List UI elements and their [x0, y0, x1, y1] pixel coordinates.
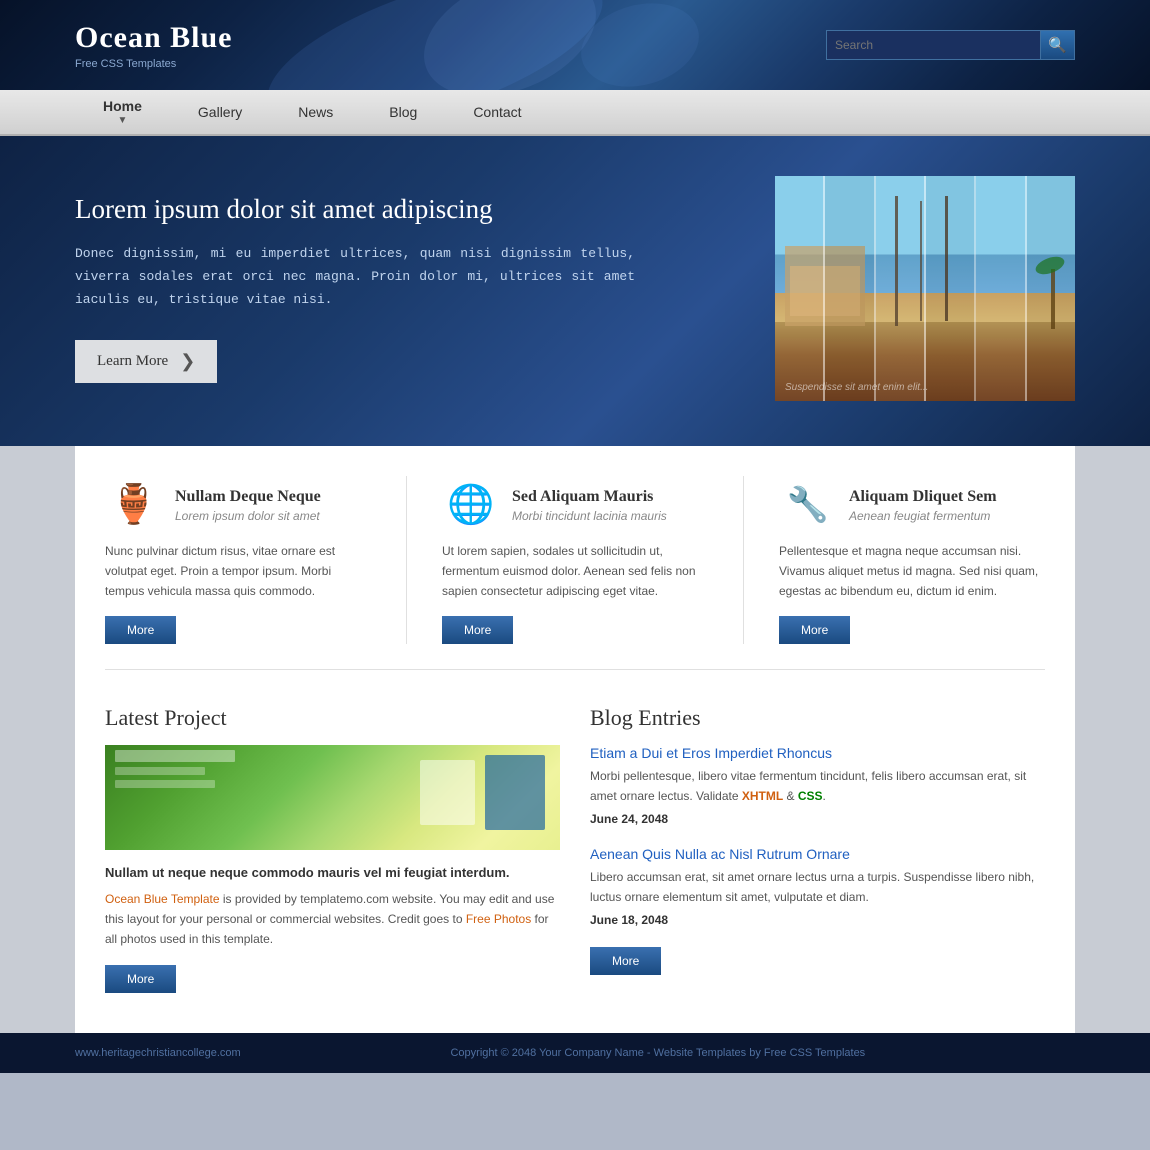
latest-project: Latest Project Nullam ut neque neque com… — [105, 705, 560, 992]
chevron-right-icon: ❯ — [180, 351, 195, 372]
feature-title-3: Aliquam Dliquet Sem — [849, 488, 997, 506]
footer: www.heritagechristiancollege.com Copyrig… — [0, 1033, 1150, 1073]
project-link2[interactable]: Free Photos — [466, 912, 531, 926]
project-link1[interactable]: Ocean Blue Template — [105, 892, 220, 906]
blog-title: Blog Entries — [590, 705, 1045, 731]
blog-entry-2: Aenean Quis Nulla ac Nisl Rutrum Ornare … — [590, 846, 1045, 927]
nav-item-news[interactable]: News — [270, 90, 361, 134]
feature-box-1: 🏺 Nullam Deque Neque Lorem ipsum dolor s… — [105, 476, 391, 644]
feature-subtitle-3: Aenean feugiat fermentum — [849, 509, 997, 523]
blog-entry-1-date: June 24, 2048 — [590, 812, 1045, 826]
nav-active-arrow: ▼ — [118, 115, 128, 126]
blog-entry-2-body: Libero accumsan erat, sit amet ornare le… — [590, 868, 1045, 908]
hero-heading: Lorem ipsum dolor sit amet adipiscing — [75, 194, 635, 225]
project-more-btn[interactable]: More — [105, 965, 176, 993]
project-text: Ocean Blue Template is provided by templ… — [105, 890, 560, 949]
feature-body-3: Pellentesque et magna neque accumsan nis… — [779, 542, 1045, 601]
learn-more-button[interactable]: Learn More ❯ — [75, 340, 217, 383]
hero-image-caption: Suspendisse sit amet enim elit... — [785, 382, 928, 393]
feature-more-btn-3[interactable]: More — [779, 616, 850, 644]
blog-entry-2-date: June 18, 2048 — [590, 913, 1045, 927]
nav-item-blog[interactable]: Blog — [361, 90, 445, 134]
hero-section: Lorem ipsum dolor sit amet adipiscing Do… — [0, 136, 1150, 446]
feature-more-btn-2[interactable]: More — [442, 616, 513, 644]
feature-row: 🏺 Nullam Deque Neque Lorem ipsum dolor s… — [105, 476, 1045, 670]
latest-project-title: Latest Project — [105, 705, 560, 731]
feature-subtitle-2: Morbi tincidunt lacinia mauris — [512, 509, 667, 523]
nav-item-contact[interactable]: Contact — [445, 90, 549, 134]
hero-body: Donec dignissim, mi eu imperdiet ultrice… — [75, 243, 635, 311]
hero-text-block: Lorem ipsum dolor sit amet adipiscing Do… — [75, 194, 635, 382]
blog-entry-1-body: Morbi pellentesque, libero vitae ferment… — [590, 767, 1045, 807]
navigation: Home ▼ Gallery News Blog Contact — [0, 90, 1150, 136]
main-content: 🏺 Nullam Deque Neque Lorem ipsum dolor s… — [0, 446, 1150, 1033]
feature-box-3: 🔧 Aliquam Dliquet Sem Aenean feugiat fer… — [759, 476, 1045, 644]
header: Ocean Blue Free CSS Templates 🔍 — [0, 0, 1150, 90]
site-brand: Ocean Blue Free CSS Templates — [75, 21, 233, 70]
project-description: Nullam ut neque neque commodo mauris vel… — [105, 865, 560, 880]
feature-title-2: Sed Aliquam Mauris — [512, 488, 667, 506]
nav-item-home[interactable]: Home ▼ — [75, 90, 170, 134]
feature-more-btn-1[interactable]: More — [105, 616, 176, 644]
feature-icon-3: 🔧 — [779, 476, 837, 534]
feature-body-2: Ut lorem sapien, sodales ut sollicitudin… — [442, 542, 708, 601]
css-link[interactable]: CSS — [798, 789, 823, 803]
feature-icon-1: 🏺 — [105, 476, 163, 534]
feature-subtitle-1: Lorem ipsum dolor sit amet — [175, 509, 321, 523]
lower-section: Latest Project Nullam ut neque neque com… — [105, 705, 1045, 992]
search-input[interactable] — [826, 30, 1041, 60]
xhtml-link[interactable]: XHTML — [742, 789, 783, 803]
feature-icon-2: 🌐 — [442, 476, 500, 534]
hero-image: Suspendisse sit amet enim elit... — [775, 176, 1075, 401]
feature-box-2: 🌐 Sed Aliquam Mauris Morbi tincidunt lac… — [422, 476, 728, 644]
footer-url: www.heritagechristiancollege.com — [75, 1047, 241, 1059]
feature-title-1: Nullam Deque Neque — [175, 488, 321, 506]
site-tagline: Free CSS Templates — [75, 58, 233, 70]
content-wrapper: 🏺 Nullam Deque Neque Lorem ipsum dolor s… — [75, 446, 1075, 1033]
blog-entries: Blog Entries Etiam a Dui et Eros Imperdi… — [590, 705, 1045, 992]
feature-body-1: Nunc pulvinar dictum risus, vitae ornare… — [105, 542, 371, 601]
search-button[interactable]: 🔍 — [1041, 30, 1075, 60]
search-form: 🔍 — [826, 30, 1075, 60]
blog-entry-1-title[interactable]: Etiam a Dui et Eros Imperdiet Rhoncus — [590, 745, 1045, 761]
nav-item-gallery[interactable]: Gallery — [170, 90, 270, 134]
site-title: Ocean Blue — [75, 21, 233, 55]
project-image — [105, 745, 560, 850]
blog-entry-2-title[interactable]: Aenean Quis Nulla ac Nisl Rutrum Ornare — [590, 846, 1045, 862]
blog-more-btn[interactable]: More — [590, 947, 661, 975]
footer-copyright: Copyright © 2048 Your Company Name - Web… — [241, 1047, 1075, 1059]
blog-entry-1: Etiam a Dui et Eros Imperdiet Rhoncus Mo… — [590, 745, 1045, 826]
